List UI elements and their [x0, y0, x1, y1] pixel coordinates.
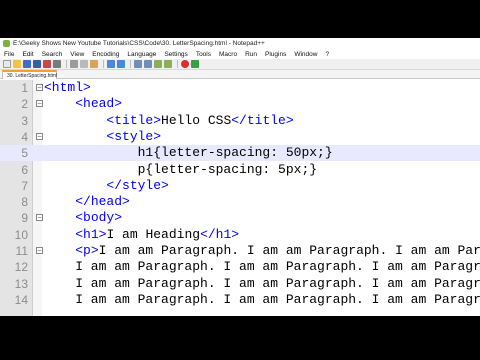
line-number: 12: [14, 260, 28, 275]
code-line[interactable]: 13 I am am Paragraph. I am am Paragraph.…: [0, 276, 480, 292]
code-line[interactable]: 9− <body>: [0, 210, 480, 226]
toolbar-separator: [66, 60, 67, 68]
zoom-out-icon[interactable]: [164, 60, 172, 68]
save-icon[interactable]: [23, 60, 31, 68]
line-number: 13: [14, 276, 28, 291]
paste-icon[interactable]: [90, 60, 98, 68]
menu-window[interactable]: Window: [294, 51, 317, 58]
menu-encoding[interactable]: Encoding: [92, 51, 119, 58]
line-number: 10: [14, 227, 28, 242]
code-text: </style>: [106, 177, 169, 193]
zoom-in-icon[interactable]: [154, 60, 162, 68]
line-number: 7: [21, 178, 28, 193]
line-number: 1: [21, 81, 28, 95]
line-number: 4: [21, 129, 28, 144]
open-file-icon[interactable]: [13, 60, 21, 68]
tab-label: 30. LetterSpacing.html: [7, 72, 58, 79]
replace-icon[interactable]: [144, 60, 152, 68]
find-icon[interactable]: [134, 60, 142, 68]
code-line[interactable]: 14 I am am Paragraph. I am am Paragraph.…: [0, 292, 480, 308]
fold-toggle-icon[interactable]: −: [36, 132, 43, 140]
line-number: 3: [21, 113, 28, 128]
new-file-icon[interactable]: [3, 60, 11, 68]
fold-toggle-icon[interactable]: −: [36, 84, 43, 91]
toolbar: [0, 59, 480, 70]
title-bar: E:\Geeky Shows New Youtube Tutorials\CSS…: [0, 38, 480, 49]
code-text: <h1>I am Heading</h1>: [75, 226, 240, 242]
menu-search[interactable]: Search: [42, 51, 63, 58]
code-text: <html>: [44, 80, 91, 95]
code-text: I am am Paragraph. I am am Paragraph. I …: [44, 291, 480, 307]
line-number: 6: [21, 162, 28, 177]
code-line[interactable]: 4− <style>: [0, 129, 480, 145]
code-line[interactable]: 10 <h1>I am Heading</h1>: [0, 227, 480, 243]
code-line[interactable]: 3 <title>Hello CSS</title>: [0, 113, 480, 129]
code-line[interactable]: 6 p{letter-spacing: 5px;}: [0, 162, 480, 178]
cut-icon[interactable]: [70, 60, 78, 68]
code-line[interactable]: 1 − <html>: [0, 80, 480, 96]
code-line[interactable]: 2− <head>: [0, 96, 480, 112]
menu-macro[interactable]: Macro: [219, 51, 237, 58]
line-number: 9: [21, 211, 28, 226]
menu-run[interactable]: Run: [245, 51, 257, 58]
menu-tools[interactable]: Tools: [196, 51, 211, 58]
line-number: 5: [21, 146, 28, 161]
code-line[interactable]: 5 h1{letter-spacing: 50px;}: [0, 145, 480, 162]
undo-icon[interactable]: [107, 60, 115, 68]
menu-help[interactable]: ?: [325, 51, 329, 58]
code-line[interactable]: 7 </style>: [0, 178, 480, 194]
menu-file[interactable]: File: [4, 51, 14, 58]
fold-toggle-icon[interactable]: −: [36, 247, 43, 254]
menu-bar: File Edit Search View Encoding Language Settin…: [0, 49, 480, 59]
line-number: 14: [14, 292, 28, 307]
code-text: I am am Paragraph. I am am Paragraph. I …: [44, 275, 480, 291]
line-number: 8: [21, 195, 28, 210]
menu-plugins[interactable]: Plugins: [265, 51, 286, 58]
redo-icon[interactable]: [117, 60, 125, 68]
toolbar-separator: [130, 60, 131, 68]
copy-icon[interactable]: [80, 60, 88, 68]
save-all-icon[interactable]: [33, 60, 41, 68]
menu-view[interactable]: View: [70, 51, 84, 58]
code-line[interactable]: 11 − <p>I am am Paragraph. I am am Paragr…: [0, 243, 480, 259]
code-line[interactable]: 8 </head>: [0, 194, 480, 210]
code-text: p{letter-spacing: 5px;}: [44, 161, 318, 177]
notepad-plus-plus-window: E:\Geeky Shows New Youtube Tutorials\CSS…: [0, 38, 480, 316]
code-text: </head>: [75, 194, 130, 210]
fold-toggle-icon[interactable]: −: [36, 214, 43, 222]
notepad-app-icon: [3, 40, 10, 47]
code-text: <title>Hello CSS</title>: [106, 112, 294, 128]
toolbar-separator: [177, 60, 178, 68]
line-number: 11: [15, 244, 28, 258]
code-editor[interactable]: 1− <html> 2− <head> 3 <title>Hello CSS</tit…: [0, 80, 480, 316]
window-title: E:\Geeky Shows New Youtube Tutorials\CSS…: [13, 40, 265, 47]
code-text: <body>: [75, 210, 123, 226]
code-text: I am am Paragraph. I am am Paragraph. I …: [44, 259, 480, 275]
code-text: h1{letter-spacing: 50px;}: [44, 145, 333, 161]
menu-settings[interactable]: Settings: [164, 51, 188, 58]
code-line[interactable]: 12 I am am Paragraph. I am am Paragraph.…: [0, 259, 480, 275]
menu-language[interactable]: Language: [127, 51, 156, 58]
code-text: <p>I am am Paragraph. I am am Paragraph.…: [75, 243, 480, 258]
fold-toggle-icon[interactable]: −: [36, 100, 43, 108]
code-text: <head>: [75, 96, 123, 112]
record-macro-icon[interactable]: [181, 60, 189, 68]
close-icon[interactable]: [43, 60, 51, 68]
tab-lettersspacing-html[interactable]: 30. LetterSpacing.html: [2, 70, 57, 79]
menu-edit[interactable]: Edit: [22, 51, 33, 58]
tab-bar: 30. LetterSpacing.html: [0, 70, 480, 79]
line-number: 2: [21, 97, 28, 112]
code-text: <style>: [106, 128, 162, 144]
play-macro-icon[interactable]: [191, 60, 199, 68]
print-icon[interactable]: [53, 60, 61, 68]
toolbar-separator: [103, 60, 104, 68]
